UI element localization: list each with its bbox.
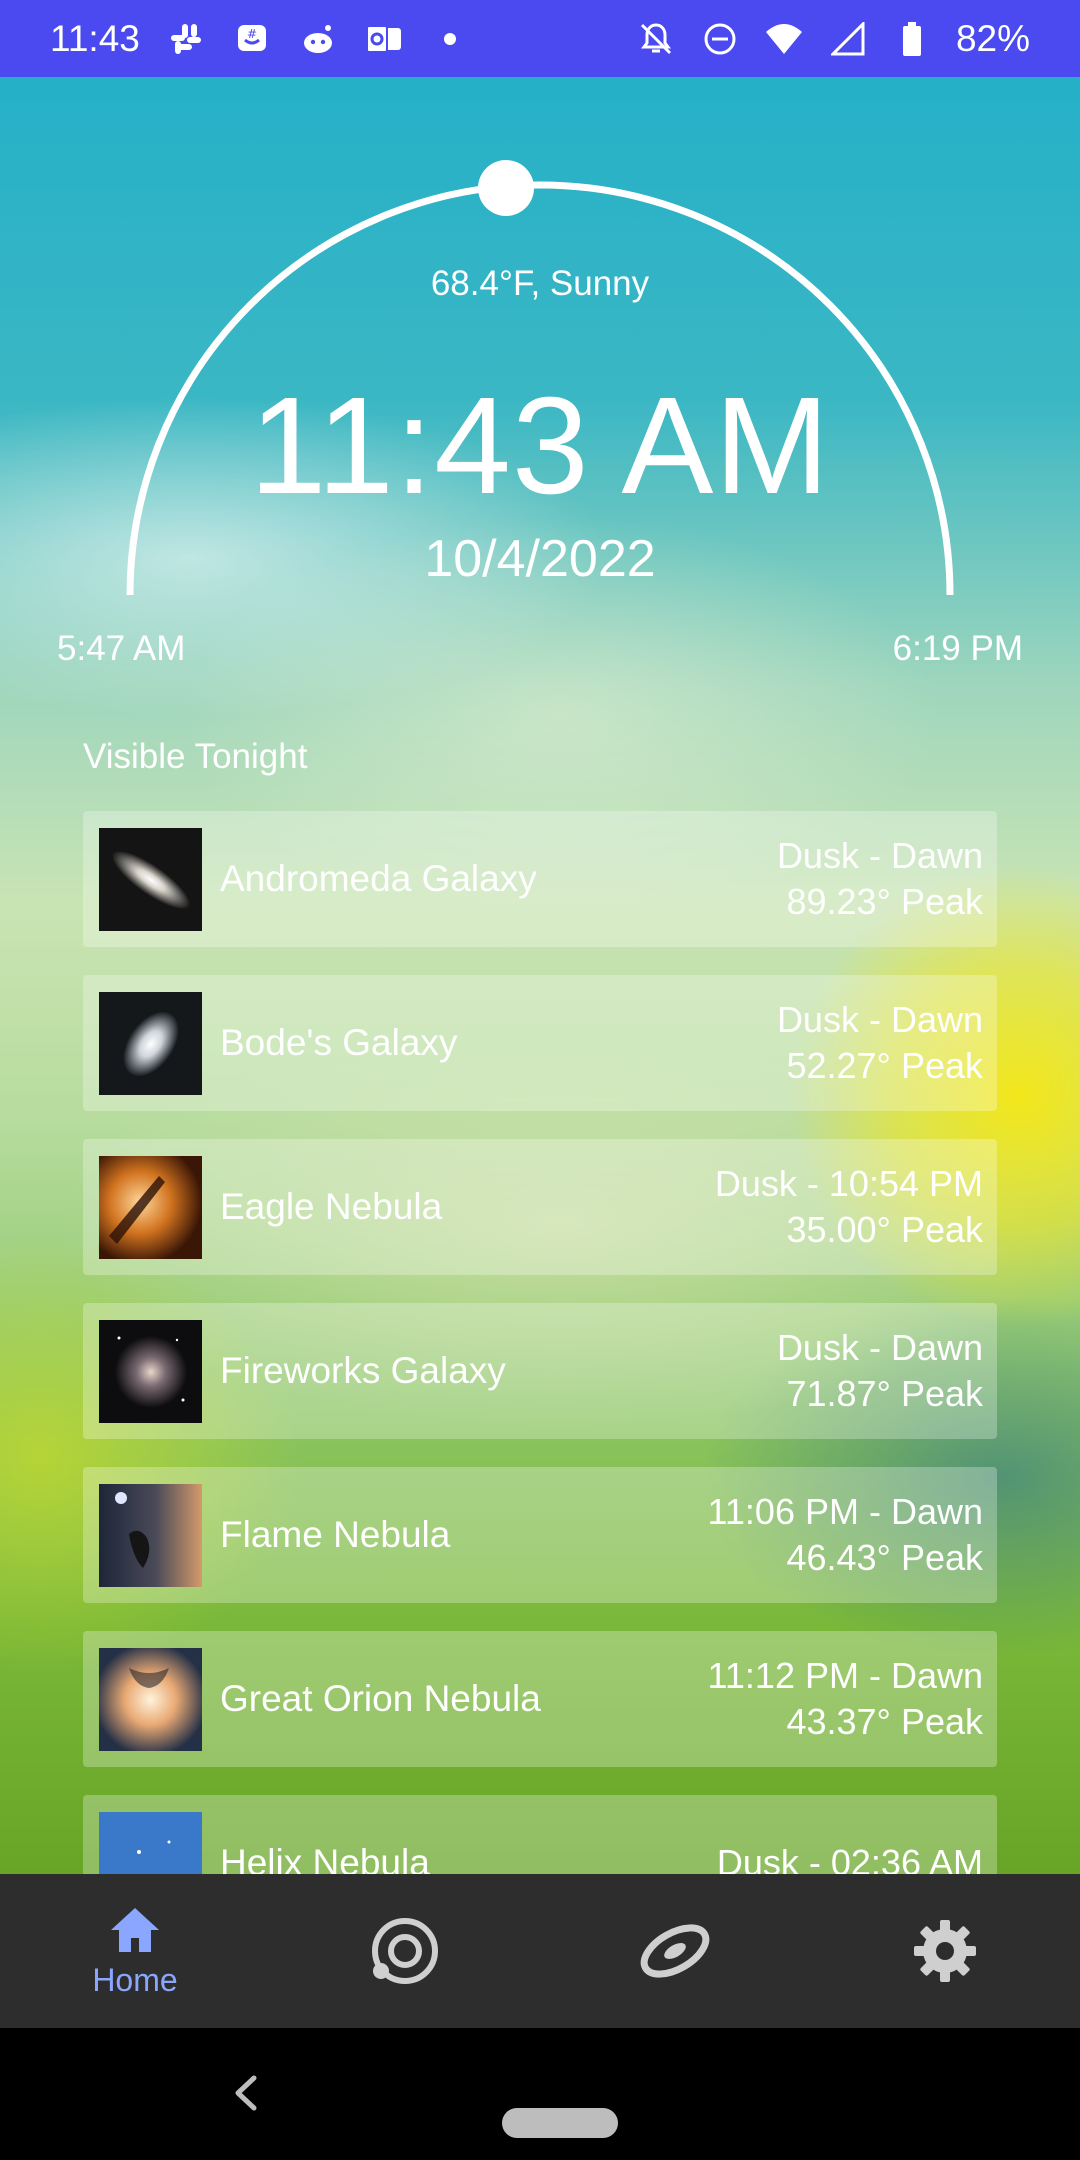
system-navigation-bar	[0, 2028, 1080, 2160]
nav-planets[interactable]	[270, 1874, 540, 2028]
visibility-info: Dusk - 02:36 AM	[717, 1840, 983, 1874]
sun-position-marker	[478, 160, 534, 216]
bottom-navigation: Home	[0, 1874, 1080, 2028]
battery-percent: 82%	[955, 17, 1030, 59]
peak-altitude: 52.27° Peak	[786, 1045, 983, 1086]
cell-signal-icon	[828, 19, 868, 59]
planet-orbit-icon	[372, 1918, 438, 1984]
visibility-info: Dusk - Dawn 89.23° Peak	[777, 833, 983, 925]
list-item[interactable]: Eagle Nebula Dusk - 10:54 PM 35.00° Peak	[83, 1139, 997, 1275]
list-item[interactable]: Fireworks Galaxy Dusk - Dawn 71.87° Peak	[83, 1303, 997, 1439]
visible-objects-list: Andromeda Galaxy Dusk - Dawn 89.23° Peak…	[83, 811, 997, 1874]
visibility-info: Dusk - Dawn 52.27° Peak	[777, 997, 983, 1089]
peak-altitude: 46.43° Peak	[786, 1537, 983, 1578]
status-bar: 11:43 # 82%	[0, 0, 1080, 77]
nav-home[interactable]: Home	[0, 1874, 270, 2028]
dot-icon	[430, 19, 470, 59]
svg-text:#: #	[247, 27, 257, 41]
section-title: Visible Tonight	[83, 737, 308, 776]
home-screen: 68.4°F, Sunny 11:43 AM 10/4/2022 5:47 AM…	[0, 77, 1080, 1874]
object-name: Fireworks Galaxy	[220, 1350, 506, 1391]
visibility-info: Dusk - 10:54 PM 35.00° Peak	[715, 1161, 983, 1253]
bell-off-icon	[636, 19, 676, 59]
nebula-blue-thumb	[99, 1811, 202, 1874]
object-name: Flame Nebula	[220, 1514, 451, 1555]
galaxy-face-thumb	[99, 1319, 202, 1423]
list-item[interactable]: Bode's Galaxy Dusk - Dawn 52.27° Peak	[83, 975, 997, 1111]
peak-altitude: 71.87° Peak	[786, 1373, 983, 1414]
object-name: Helix Nebula	[220, 1842, 430, 1874]
settings-gear-icon	[914, 1920, 976, 1982]
wifi-icon	[764, 19, 804, 59]
galaxy-spiral-thumb	[99, 991, 202, 1095]
visibility-info: Dusk - Dawn 71.87° Peak	[777, 1325, 983, 1417]
peak-altitude: 35.00° Peak	[786, 1209, 983, 1250]
sunset-time: 6:19 PM	[892, 629, 1023, 668]
object-name: Bode's Galaxy	[220, 1022, 458, 1063]
object-name: Andromeda Galaxy	[220, 858, 537, 899]
peak-altitude: 89.23° Peak	[786, 881, 983, 922]
visibility-window: Dusk - Dawn	[776, 835, 983, 876]
groupme-icon: #	[232, 19, 272, 59]
sunrise-time: 5:47 AM	[57, 629, 186, 668]
nebula-dark-thumb	[99, 1483, 202, 1587]
do-not-disturb-icon	[700, 19, 740, 59]
visibility-window: 11:06 PM - Dawn	[707, 1491, 983, 1532]
list-item[interactable]: Flame Nebula 11:06 PM - Dawn 46.43° Peak	[83, 1467, 997, 1603]
nebula-bright-thumb	[99, 1647, 202, 1751]
galaxy-spiral-thumb	[99, 827, 202, 931]
peak-altitude: 43.37° Peak	[786, 1701, 983, 1742]
visibility-info: 11:12 PM - Dawn 43.37° Peak	[708, 1653, 983, 1745]
list-item[interactable]: Andromeda Galaxy Dusk - Dawn 89.23° Peak	[83, 811, 997, 947]
home-icon	[111, 1907, 159, 1952]
nav-settings[interactable]	[810, 1874, 1080, 2028]
visibility-window: Dusk - Dawn	[776, 999, 983, 1040]
back-icon[interactable]	[222, 2068, 272, 2118]
galaxy-icon	[640, 1924, 710, 1978]
slack-icon	[166, 19, 206, 59]
list-item[interactable]: Great Orion Nebula 11:12 PM - Dawn 43.37…	[83, 1631, 997, 1767]
reddit-icon	[298, 19, 338, 59]
home-gesture-pill[interactable]	[502, 2108, 618, 2138]
visibility-window: Dusk - 02:36 AM	[716, 1842, 983, 1874]
nav-home-label: Home	[92, 1961, 178, 1998]
visibility-info: 11:06 PM - Dawn 46.43° Peak	[708, 1489, 983, 1581]
object-name: Eagle Nebula	[220, 1186, 443, 1227]
current-time: 11:43 AM	[249, 369, 831, 523]
nav-deep-sky[interactable]	[540, 1874, 810, 2028]
nebula-orange-thumb	[99, 1155, 202, 1259]
outlook-icon	[364, 19, 404, 59]
status-time: 11:43	[50, 17, 140, 59]
visibility-window: 11:12 PM - Dawn	[707, 1655, 983, 1696]
list-item[interactable]: Helix Nebula Dusk - 02:36 AM	[83, 1795, 997, 1874]
visibility-window: Dusk - 10:54 PM	[714, 1163, 983, 1204]
visibility-window: Dusk - Dawn	[776, 1327, 983, 1368]
object-name: Great Orion Nebula	[220, 1678, 541, 1719]
weather-summary: 68.4°F, Sunny	[430, 264, 650, 303]
battery-icon	[892, 19, 932, 59]
current-date: 10/4/2022	[424, 530, 656, 588]
